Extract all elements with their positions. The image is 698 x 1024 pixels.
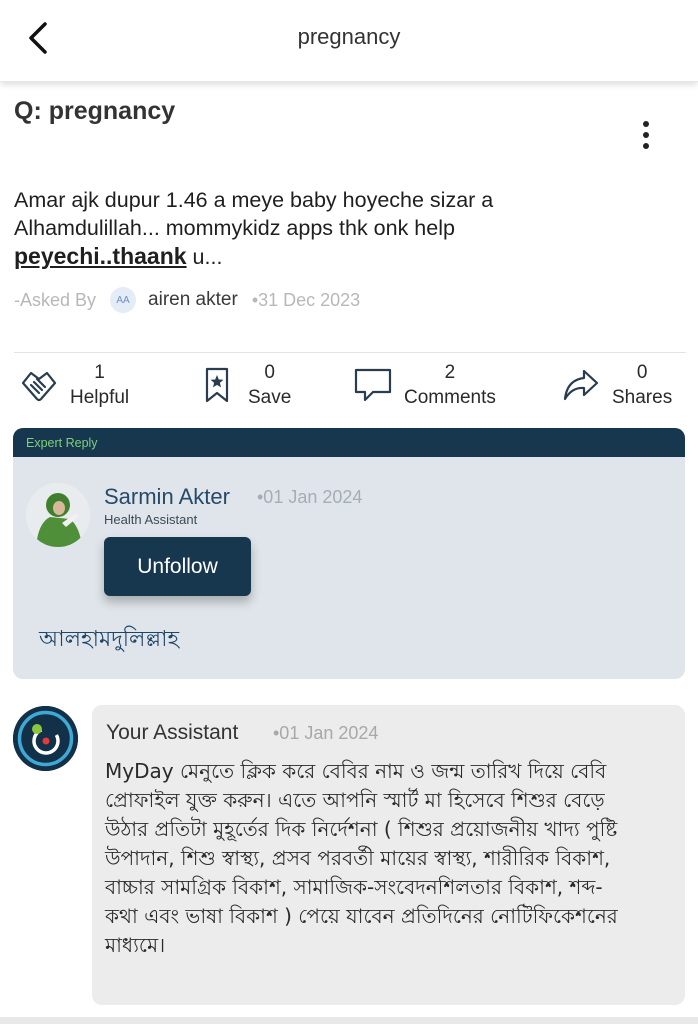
comment-line: প্রোফাইল যুক্ত করুন। এতে আপনি স্মার্ট মা…: [105, 788, 605, 812]
expert-reply-card: Expert Reply Sarmin Akter •01 Jan 2024 H…: [13, 428, 685, 679]
save-count: 0: [264, 362, 275, 383]
page-title: pregnancy: [297, 24, 401, 49]
divider: [14, 352, 686, 353]
share-icon: [560, 364, 602, 406]
question-title: Q: pregnancy: [14, 97, 176, 125]
comments-button[interactable]: 2 Comments: [352, 360, 496, 410]
expert-avatar[interactable]: [26, 483, 90, 547]
save-label: Save: [248, 387, 292, 408]
question-body-line: Alhamdulillah... mommykidz apps thk onk …: [14, 216, 455, 240]
comment-line: কথা এবং ভাষা বিকাশ ) পেয়ে যাবেন প্রতিদি…: [105, 904, 618, 928]
expert-reply-date: •01 Jan 2024: [257, 487, 363, 507]
question-body-line: peyechi..thaank u...: [14, 242, 654, 271]
helpful-label: Helpful: [70, 387, 130, 408]
question-body-tail: u...: [186, 245, 223, 269]
question-date: •31 Dec 2023: [251, 289, 361, 310]
read-more-link[interactable]: peyechi..thaank: [14, 243, 187, 269]
expert-reply-text: আলহামদুলিল্লাহ: [39, 627, 180, 652]
helpful-button[interactable]: 1 Helpful: [18, 360, 129, 410]
bottom-divider: [0, 1017, 698, 1024]
comments-label: Comments: [404, 387, 496, 408]
question-body-line: Amar ajk dupur 1.46 a meye baby hoyeche …: [14, 188, 494, 212]
bookmark-star-icon: [196, 364, 238, 406]
expert-reply-label: Expert Reply: [26, 435, 98, 450]
assistant-date: •01 Jan 2024: [273, 723, 379, 743]
shares-count: 0: [636, 362, 648, 383]
assistant-comment: Your Assistant •01 Jan 2024 MyDay মেনুতে…: [92, 705, 685, 1005]
action-bar: 1 Helpful 0 Save 2 Comments 0 Shares: [0, 360, 698, 410]
handshake-icon: [18, 364, 60, 406]
expert-name[interactable]: Sarmin Akter: [104, 484, 230, 510]
comments-count: 2: [444, 362, 456, 383]
comment-line: MyDay মেনুতে ক্লিক করে বেবির নাম ও জন্ম …: [105, 759, 607, 783]
shares-label: Shares: [612, 387, 673, 408]
expert-role: Health Assistant: [104, 512, 198, 527]
top-app-bar: pregnancy: [0, 0, 698, 82]
asked-by-row: -Asked By AA airen akter •31 Dec 2023: [14, 286, 360, 314]
comment-icon: [352, 364, 394, 406]
asked-by-label: -Asked By: [14, 289, 97, 310]
assistant-avatar[interactable]: [13, 706, 78, 771]
comment-line: মাধ্যমে।: [105, 933, 166, 957]
helpful-count: 1: [94, 362, 105, 383]
expert-reply-header: Expert Reply: [13, 428, 685, 457]
more-options-button[interactable]: [632, 118, 660, 152]
more-vertical-icon: [643, 121, 649, 127]
assistant-comment-text: MyDay মেনুতে ক্লিক করে বেবির নাম ও জন্ম …: [105, 757, 675, 960]
question-body: Amar ajk dupur 1.46 a meye baby hoyeche …: [14, 186, 654, 271]
assistant-name[interactable]: Your Assistant: [106, 721, 238, 745]
comment-line: বাচ্চার সামগ্রিক বিকাশ, সামাজিক-সংবেদনশি…: [105, 875, 603, 899]
save-button[interactable]: 0 Save: [196, 360, 291, 410]
comment-line: উপাদান, শিশু স্বাস্থ্য, প্রসব পরবর্তী মা…: [105, 846, 611, 870]
author-avatar[interactable]: AA: [110, 287, 137, 313]
author-name[interactable]: airen akter: [148, 289, 238, 311]
unfollow-button[interactable]: Unfollow: [104, 537, 251, 596]
comment-line: উঠার প্রতিটা মুহূর্তের দিক নির্দেশনা ( শ…: [105, 817, 618, 841]
share-button[interactable]: 0 Shares: [560, 360, 672, 410]
